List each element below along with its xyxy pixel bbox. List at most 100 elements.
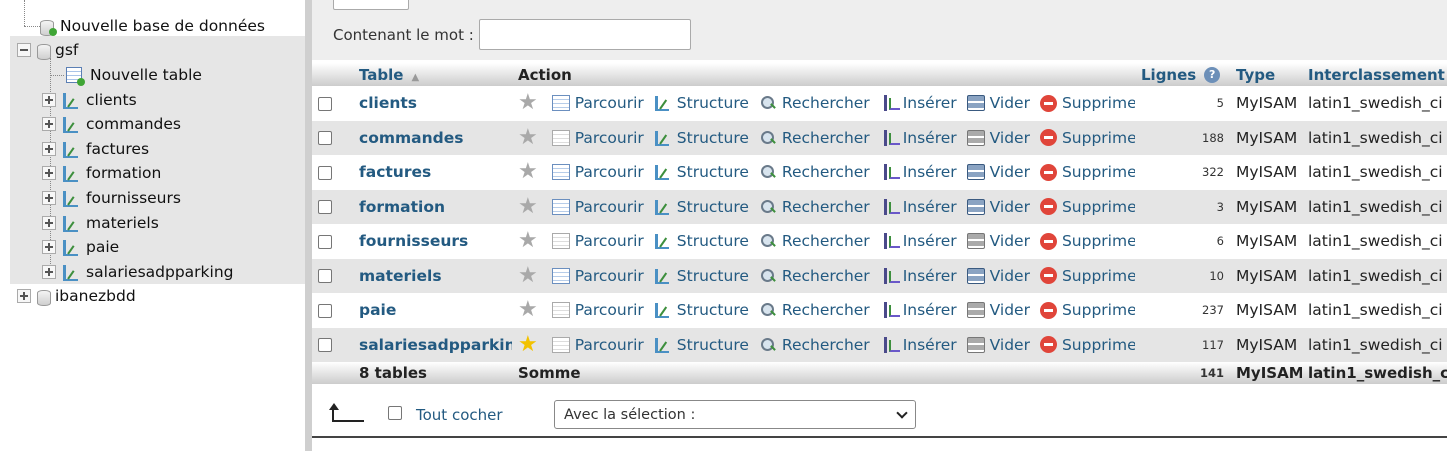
row-checkbox[interactable]: [318, 269, 332, 284]
collapse-icon[interactable]: [17, 43, 31, 57]
new-table-link[interactable]: Nouvelle table: [66, 63, 202, 87]
expand-icon[interactable]: [42, 142, 56, 156]
table-name-link[interactable]: factures: [353, 155, 512, 190]
table-name-link[interactable]: paie: [353, 293, 512, 328]
empty-action[interactable]: Vider: [966, 163, 1030, 181]
search-action[interactable]: Rechercher: [759, 301, 870, 319]
empty-action[interactable]: Vider: [966, 267, 1030, 285]
sidebar-table-factures[interactable]: factures: [42, 137, 149, 161]
favorite-star-icon[interactable]: ★: [518, 230, 538, 252]
insert-action[interactable]: Insérer: [879, 301, 957, 319]
empty-action[interactable]: Vider: [966, 301, 1030, 319]
row-checkbox[interactable]: [318, 200, 332, 215]
table-name-link[interactable]: fournisseurs: [353, 224, 512, 259]
panel-resize-handle[interactable]: [305, 0, 312, 451]
browse-action[interactable]: Parcourir: [551, 129, 644, 147]
table-row[interactable]: materiels ★ Parcourir Structure Rechercher In…: [312, 258, 1447, 293]
insert-action[interactable]: Insérer: [879, 94, 957, 112]
row-checkbox[interactable]: [318, 303, 332, 318]
search-action[interactable]: Rechercher: [759, 94, 870, 112]
sidebar-table-commandes[interactable]: commandes: [42, 112, 181, 136]
structure-action[interactable]: Structure: [654, 301, 749, 319]
browse-action[interactable]: Parcourir: [551, 267, 644, 285]
empty-action[interactable]: Vider: [966, 232, 1030, 250]
insert-action[interactable]: Insérer: [879, 232, 957, 250]
favorite-star-icon[interactable]: ★: [518, 126, 538, 149]
table-row[interactable]: factures ★ Parcourir Structure Rechercher Ins…: [312, 155, 1447, 190]
favorite-star-icon[interactable]: ★: [518, 161, 538, 183]
expand-icon[interactable]: [17, 289, 31, 303]
drop-action[interactable]: Supprimer: [1039, 232, 1135, 250]
search-action[interactable]: Rechercher: [759, 267, 870, 285]
expand-icon[interactable]: [42, 216, 56, 230]
sidebar-table-paie[interactable]: paie: [42, 235, 119, 259]
structure-action[interactable]: Structure: [654, 163, 749, 181]
help-icon[interactable]: ?: [1204, 67, 1221, 83]
row-checkbox[interactable]: [318, 131, 332, 146]
expand-icon[interactable]: [42, 191, 56, 205]
table-row[interactable]: clients ★ Parcourir Structure Rechercher Insé…: [312, 86, 1447, 121]
favorite-star-icon[interactable]: ★: [518, 264, 538, 287]
insert-action[interactable]: Insérer: [879, 267, 957, 285]
sidebar-table-salariesadpparking[interactable]: salariesadpparking: [42, 260, 234, 284]
favorite-star-icon[interactable]: ★: [518, 333, 538, 356]
type-column-header[interactable]: Type: [1230, 63, 1302, 86]
table-name-link[interactable]: materiels: [353, 258, 512, 293]
favorite-star-icon[interactable]: ★: [518, 299, 538, 321]
insert-action[interactable]: Insérer: [879, 198, 957, 216]
new-database-link[interactable]: Nouvelle base de données: [40, 14, 265, 38]
favorite-star-icon[interactable]: ★: [518, 195, 538, 218]
drop-action[interactable]: Supprimer: [1039, 198, 1135, 216]
structure-action[interactable]: Structure: [654, 267, 749, 285]
table-name-link[interactable]: clients: [353, 86, 512, 121]
check-all-label[interactable]: Tout cocher: [416, 406, 503, 424]
insert-action[interactable]: Insérer: [879, 129, 957, 147]
expand-icon[interactable]: [42, 117, 56, 131]
database-ibanezbdd[interactable]: ibanezbdd: [17, 284, 136, 308]
filter-input[interactable]: [479, 19, 691, 50]
database-gsf[interactable]: gsf: [17, 38, 78, 62]
browse-action[interactable]: Parcourir: [551, 163, 644, 181]
table-column-header[interactable]: Table ▲: [353, 63, 512, 86]
sidebar-table-clients[interactable]: clients: [42, 88, 137, 112]
table-row[interactable]: paie ★ Parcourir Structure Rechercher Insérer…: [312, 293, 1447, 328]
empty-action[interactable]: Vider: [966, 198, 1030, 216]
expand-icon[interactable]: [42, 265, 56, 279]
drop-action[interactable]: Supprimer: [1039, 94, 1135, 112]
sidebar-table-materiels[interactable]: materiels: [42, 211, 159, 235]
table-row[interactable]: fournisseurs ★ Parcourir Structure Recherche…: [312, 224, 1447, 259]
expand-icon[interactable]: [42, 240, 56, 254]
table-name-link[interactable]: salariesadpparking: [353, 327, 512, 362]
filter-toggle-button[interactable]: [333, 0, 409, 10]
search-action[interactable]: Rechercher: [759, 232, 870, 250]
drop-action[interactable]: Supprimer: [1039, 163, 1135, 181]
row-checkbox[interactable]: [318, 96, 332, 111]
row-checkbox[interactable]: [318, 165, 332, 180]
structure-action[interactable]: Structure: [654, 129, 749, 147]
empty-action[interactable]: Vider: [966, 336, 1030, 354]
empty-action[interactable]: Vider: [966, 94, 1030, 112]
browse-action[interactable]: Parcourir: [551, 232, 644, 250]
expand-icon[interactable]: [42, 166, 56, 180]
insert-action[interactable]: Insérer: [879, 163, 957, 181]
structure-action[interactable]: Structure: [654, 336, 749, 354]
drop-action[interactable]: Supprimer: [1039, 129, 1135, 147]
structure-action[interactable]: Structure: [654, 198, 749, 216]
insert-action[interactable]: Insérer: [879, 336, 957, 354]
drop-action[interactable]: Supprimer: [1039, 267, 1135, 285]
structure-action[interactable]: Structure: [654, 232, 749, 250]
rows-column-header[interactable]: Lignes?: [1135, 63, 1230, 86]
sidebar-table-fournisseurs[interactable]: fournisseurs: [42, 186, 181, 210]
search-action[interactable]: Rechercher: [759, 163, 870, 181]
row-checkbox[interactable]: [318, 234, 332, 249]
table-name-link[interactable]: commandes: [353, 120, 512, 155]
drop-action[interactable]: Supprimer: [1039, 336, 1135, 354]
with-selected-dropdown[interactable]: Avec la sélection :: [554, 400, 916, 429]
row-checkbox[interactable]: [318, 338, 332, 353]
favorite-star-icon[interactable]: ★: [518, 92, 538, 114]
browse-action[interactable]: Parcourir: [551, 94, 644, 112]
browse-action[interactable]: Parcourir: [551, 301, 644, 319]
search-action[interactable]: Rechercher: [759, 129, 870, 147]
search-action[interactable]: Rechercher: [759, 336, 870, 354]
collation-column-header[interactable]: Interclassement: [1302, 63, 1447, 86]
